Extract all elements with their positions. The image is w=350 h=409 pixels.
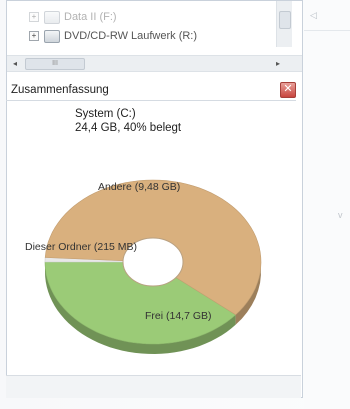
content-text: v bbox=[338, 210, 343, 220]
dvd-drive-icon bbox=[44, 29, 60, 43]
expand-icon[interactable]: + bbox=[29, 31, 39, 41]
content-pane: ◁ v bbox=[304, 0, 350, 409]
scrollbar-thumb[interactable] bbox=[279, 11, 291, 29]
tree-item-label: Data II (F:) bbox=[64, 11, 117, 23]
summary-title: Zusammenfassung bbox=[11, 84, 109, 96]
drive-usage-info: System (C:) 24,4 GB, 40% belegt bbox=[75, 107, 181, 135]
scrollbar-thumb[interactable]: III bbox=[25, 58, 85, 70]
drive-icon bbox=[44, 10, 60, 24]
scroll-left-icon[interactable]: ◂ bbox=[8, 57, 22, 70]
tree-vertical-scrollbar[interactable] bbox=[276, 1, 292, 47]
close-icon[interactable]: ✕ bbox=[280, 82, 296, 98]
status-strip bbox=[6, 375, 301, 398]
tree-item-dvd-drive[interactable]: + DVD/CD-RW Laufwerk (R:) bbox=[29, 29, 197, 43]
tree-item-data-drive[interactable]: + Data II (F:) bbox=[29, 10, 117, 24]
address-area: ◁ bbox=[304, 0, 350, 31]
horizontal-scrollbar[interactable]: ◂ III ▸ bbox=[7, 55, 302, 72]
summary-panel-header: Zusammenfassung ✕ bbox=[6, 80, 296, 101]
scroll-right-icon[interactable]: ▸ bbox=[271, 57, 285, 70]
drive-name: System (C:) bbox=[75, 108, 136, 120]
drive-usage: 24,4 GB, 40% belegt bbox=[75, 122, 182, 134]
tree-item-label: DVD/CD-RW Laufwerk (R:) bbox=[64, 30, 198, 42]
explorer-window: + Data II (F:) + DVD/CD-RW Laufwerk (R:)… bbox=[0, 0, 350, 409]
folder-tree: + Data II (F:) + DVD/CD-RW Laufwerk (R:) bbox=[7, 1, 292, 47]
expand-icon[interactable]: + bbox=[29, 12, 39, 22]
navigation-pane: + Data II (F:) + DVD/CD-RW Laufwerk (R:)… bbox=[6, 0, 303, 398]
back-arrow-icon[interactable]: ◁ bbox=[310, 10, 317, 21]
